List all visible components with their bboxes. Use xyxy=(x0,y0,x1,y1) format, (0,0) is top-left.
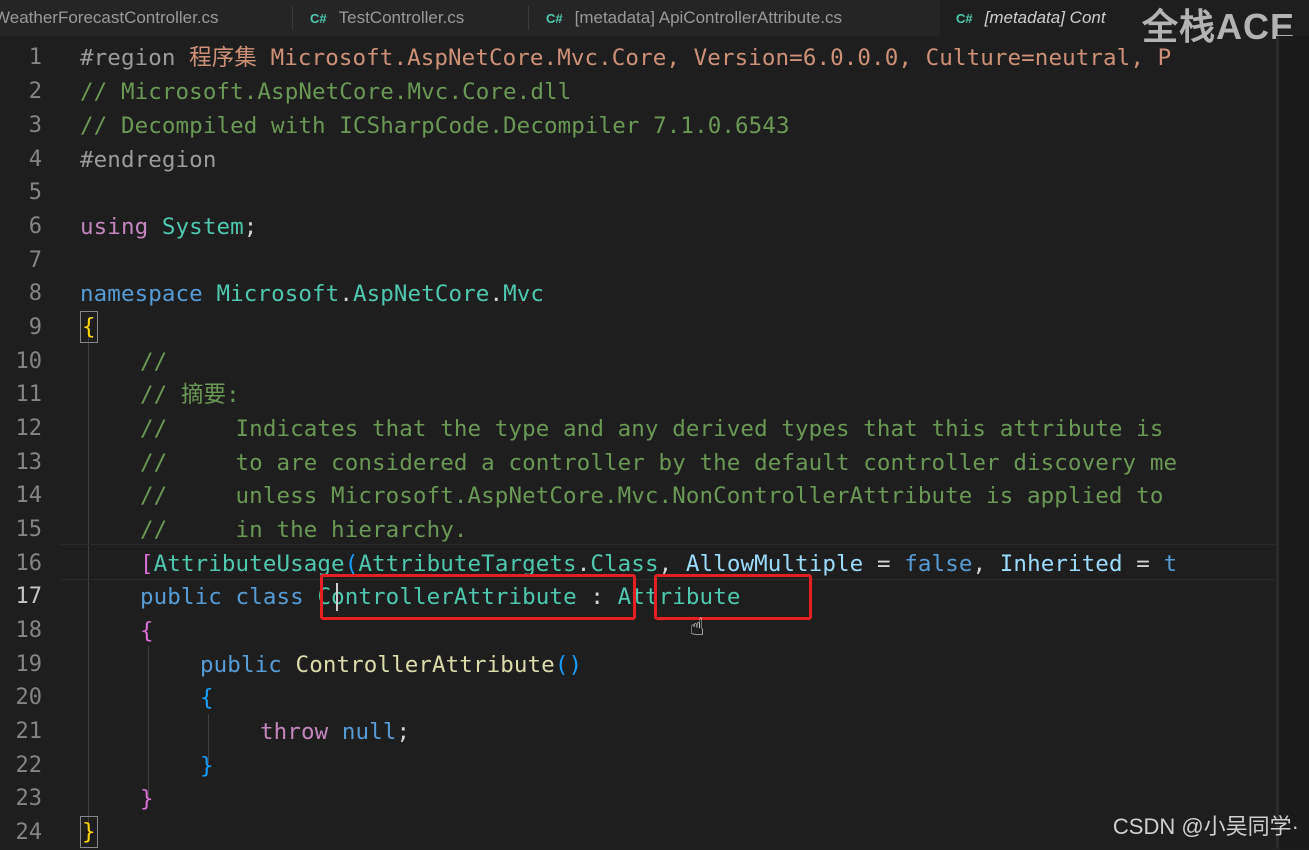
null-keyword: null xyxy=(341,719,397,745)
close-brace-highlighted: } xyxy=(80,816,98,848)
code-line-4: #endregion xyxy=(80,147,217,173)
line-number: 12 xyxy=(15,416,43,441)
line-number: 6 xyxy=(28,214,42,239)
named-arg: Inherited xyxy=(999,551,1123,577)
attribute-name: AttributeUsage xyxy=(153,551,345,577)
ctor-close-brace: } xyxy=(200,753,214,779)
line-number: 1 xyxy=(28,45,42,70)
public-keyword: public xyxy=(200,652,282,678)
line-number: 10 xyxy=(15,349,43,374)
line-number: 19 xyxy=(15,652,43,677)
namespace-part: Mvc xyxy=(503,281,545,307)
region-text: 程序集 Microsoft.AspNetCore.Mvc.Core, Versi… xyxy=(175,45,1172,71)
throw-keyword: throw xyxy=(260,719,329,745)
class-close-brace: } xyxy=(140,786,154,812)
line-number: 23 xyxy=(15,786,43,811)
code-line-12: // Indicates that the type and any deriv… xyxy=(140,416,1164,442)
code-line-14: // unless Microsoft.AspNetCore.Mvc.NonCo… xyxy=(140,483,1164,509)
tab-label: TestController.cs xyxy=(338,8,465,27)
code-line-21: throw null; xyxy=(260,719,411,745)
line-number: 3 xyxy=(28,113,42,138)
line-number: 8 xyxy=(28,281,42,306)
line-number: 24 xyxy=(15,820,43,845)
line-number: 21 xyxy=(15,719,43,744)
region-directive: #region xyxy=(80,45,176,71)
tab-testcontroller[interactable]: C# TestController.cs xyxy=(310,0,520,36)
csharp-file-icon: C# xyxy=(310,10,327,26)
tab-label: [metadata] ApiControllerAttribute.cs xyxy=(574,8,843,27)
tab-label: WeatherForecastController.cs xyxy=(0,8,219,27)
code-line-8: namespace Microsoft.AspNetCore.Mvc xyxy=(80,281,545,307)
namespace-part: Microsoft xyxy=(216,281,340,307)
class-open-brace: { xyxy=(140,618,154,644)
code-line-15: // in the hierarchy. xyxy=(140,517,468,543)
constructor-name: ControllerAttribute xyxy=(295,652,555,678)
line-number: 13 xyxy=(15,450,43,475)
code-line-10: // xyxy=(140,349,168,375)
hand-pointer-icon: ☝ xyxy=(690,613,705,641)
code-line-11: // 摘要: xyxy=(140,382,240,408)
line-number: 4 xyxy=(28,147,42,172)
using-keyword: using xyxy=(80,214,149,240)
namespace-name: System xyxy=(161,214,244,240)
ctor-open-brace: { xyxy=(200,685,214,711)
tab-label: [metadata] Cont xyxy=(984,8,1106,27)
line-number: 5 xyxy=(28,180,42,205)
open-brace-highlighted: { xyxy=(80,311,98,343)
class-keyword: class xyxy=(235,584,304,610)
code-line-1: #region 程序集 Microsoft.AspNetCore.Mvc.Cor… xyxy=(80,41,1171,75)
line-number: 22 xyxy=(15,753,43,778)
code-line-6: using System; xyxy=(80,214,258,240)
tab-separator xyxy=(528,6,529,30)
truncated-literal: t xyxy=(1163,551,1178,577)
minimap[interactable] xyxy=(1279,36,1309,849)
line-number: 7 xyxy=(28,248,42,273)
tab-separator xyxy=(292,6,293,30)
csharp-file-icon: C# xyxy=(956,10,973,26)
line-number-current: 17 xyxy=(15,584,43,609)
line-number: 20 xyxy=(15,685,43,710)
namespace-part: AspNetCore xyxy=(352,281,490,307)
tab-weatherforecastcontroller[interactable]: WeatherForecastController.cs xyxy=(0,0,290,36)
code-line-13: // to are considered a controller by the… xyxy=(140,450,1178,476)
line-number: 16 xyxy=(15,551,43,576)
code-line-19: public ControllerAttribute() xyxy=(200,652,583,678)
csharp-file-icon: C# xyxy=(546,10,563,26)
namespace-keyword: namespace xyxy=(80,281,203,307)
line-number: 18 xyxy=(15,618,43,643)
editor-tab-bar: WeatherForecastController.cs C# TestCont… xyxy=(0,0,1309,47)
false-literal: false xyxy=(904,551,973,577)
line-number: 11 xyxy=(15,382,43,407)
line-number: 9 xyxy=(28,315,42,340)
line-number: 2 xyxy=(28,79,42,104)
code-line-3: // Decompiled with ICSharpCode.Decompile… xyxy=(80,113,790,139)
highlight-box-baseclass xyxy=(654,574,812,620)
highlight-box-classname xyxy=(320,574,636,620)
public-keyword: public xyxy=(140,584,222,610)
tab-apicontrollerattribute[interactable]: C# [metadata] ApiControllerAttribute.cs xyxy=(546,0,936,36)
line-number: 15 xyxy=(15,517,43,542)
line-number: 14 xyxy=(15,483,43,508)
watermark: CSDN @小吴同学· xyxy=(1112,814,1299,839)
code-line-2: // Microsoft.AspNetCore.Mvc.Core.dll xyxy=(80,79,572,105)
